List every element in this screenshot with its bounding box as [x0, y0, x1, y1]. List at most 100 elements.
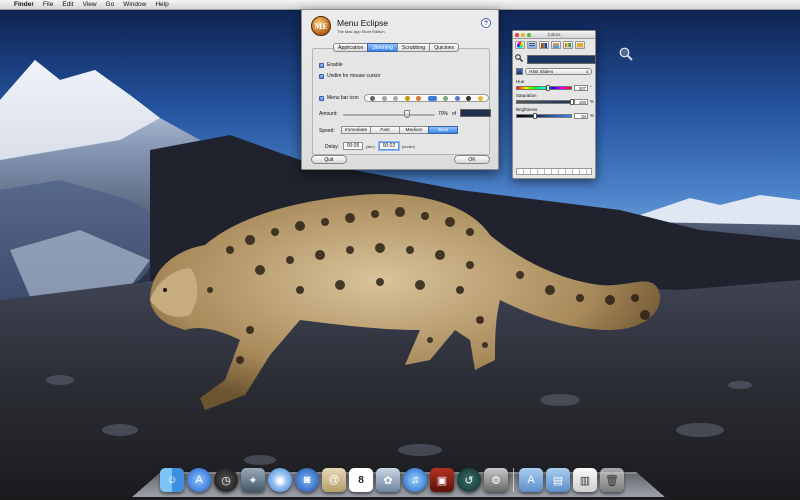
crayons-icon[interactable] — [563, 41, 573, 49]
menu-eclipse-window: ME Menu Eclipse The Mac App Store Editio… — [301, 9, 499, 170]
brightness-value-field[interactable]: 34 — [574, 113, 588, 119]
icon-option-moon[interactable] — [381, 95, 387, 101]
delay-label: Delay: — [325, 144, 340, 150]
color-sliders-icon[interactable] — [527, 41, 537, 49]
tab-scrubbing[interactable]: Scrubbing — [396, 43, 431, 52]
colors-panel-title: Colors — [547, 32, 561, 37]
hue-slider[interactable] — [516, 86, 572, 90]
menu-go[interactable]: Go — [106, 1, 115, 8]
color-swatches[interactable] — [516, 168, 592, 175]
itunes-icon[interactable]: ♫ — [403, 468, 427, 492]
menubar-icon-checkbox[interactable]: ✓ — [319, 95, 324, 101]
popup-arrows-icon: ⇕ — [585, 69, 589, 74]
dim-delay-field[interactable]: 00:05 — [343, 142, 363, 150]
time-machine-icon[interactable]: ↺ — [457, 468, 481, 492]
enable-checkbox[interactable]: ✓ — [319, 62, 324, 68]
pencils-icon[interactable] — [575, 41, 585, 49]
speed-fast[interactable]: Fast — [370, 126, 400, 134]
image-palettes-icon[interactable] — [551, 41, 561, 49]
saturation-slider[interactable] — [516, 100, 572, 104]
menubar-icon-row[interactable]: ✓ Menu bar icon — [319, 95, 359, 101]
menu-edit[interactable]: Edit — [62, 1, 73, 8]
menu-window[interactable]: Window — [123, 1, 146, 8]
system-preferences-icon[interactable]: ⚙ — [484, 468, 508, 492]
undim-row[interactable]: ✓ Undim for mouse cursor — [319, 73, 380, 79]
brightness-unit: % — [590, 113, 594, 118]
tab-application[interactable]: Application — [333, 43, 369, 52]
menu-eclipse-logo-icon: ME — [311, 16, 331, 36]
photo-booth-icon[interactable]: ▣ — [430, 468, 454, 492]
dim-color-well[interactable] — [460, 109, 491, 117]
menu-file[interactable]: File — [43, 1, 53, 8]
undim-checkbox[interactable]: ✓ — [319, 73, 324, 79]
enable-row[interactable]: ✓ Enable — [319, 62, 343, 68]
speed-segmented-control: Immediate Fast Medium Slow — [341, 126, 458, 134]
address-book-icon[interactable]: @ — [322, 468, 346, 492]
finder-icon[interactable]: ☺ — [160, 468, 184, 492]
hue-slider-thumb[interactable] — [546, 85, 551, 91]
window-subtitle: The Mac App Store Edition — [337, 29, 385, 34]
speed-slow[interactable]: Slow — [428, 126, 458, 134]
icon-option-dark[interactable] — [466, 95, 472, 101]
speed-medium[interactable]: Medium — [399, 126, 429, 134]
ical-date: 8 — [358, 474, 364, 486]
undim-delay-field[interactable]: 00:02 — [379, 142, 399, 150]
brightness-slider[interactable] — [516, 114, 572, 118]
dashboard-icon[interactable]: ◷ — [214, 468, 238, 492]
dim-delay-unit: (dim) — [366, 145, 375, 149]
menu-finder[interactable]: Finder — [14, 1, 34, 8]
iphoto-icon[interactable]: ✿ — [376, 468, 400, 492]
icon-option-flame[interactable] — [416, 95, 422, 101]
preference-tabs: Application Dimming Scrubbing Quickies — [333, 43, 460, 52]
speed-label: Speed: — [319, 128, 335, 134]
icon-option-drop[interactable] — [454, 95, 460, 101]
facetime-icon[interactable]: ◙ — [295, 468, 319, 492]
amount-slider-thumb[interactable] — [404, 110, 411, 118]
hue-unit: ° — [590, 85, 592, 90]
speed-immediate[interactable]: Immediate — [341, 126, 371, 134]
menu-view[interactable]: View — [83, 1, 97, 8]
app-store-icon[interactable]: A — [187, 468, 211, 492]
menu-help[interactable]: Help — [155, 1, 168, 8]
current-color-well[interactable] — [527, 54, 596, 64]
saturation-value-field[interactable]: 100 — [574, 99, 588, 105]
documents-folder-icon[interactable]: ▤ — [546, 468, 570, 492]
icon-option-selected[interactable] — [427, 95, 437, 101]
saturation-label: Saturation — [516, 93, 537, 98]
ical-icon[interactable]: 8 — [349, 468, 373, 492]
icon-option-star[interactable] — [404, 95, 410, 101]
color-wheel-icon[interactable] — [515, 41, 525, 49]
brightness-slider-thumb[interactable] — [533, 113, 538, 119]
magnifier-icon[interactable] — [515, 54, 523, 64]
help-button[interactable]: ? — [481, 18, 491, 28]
color-mode-popup[interactable]: HSB Sliders ⇕ — [525, 68, 592, 75]
quit-button[interactable]: Quit — [311, 155, 347, 164]
colors-toolbar — [513, 39, 595, 51]
trash-icon[interactable]: 🗑 — [600, 468, 624, 492]
applications-folder-icon[interactable]: A — [519, 468, 543, 492]
color-palettes-icon[interactable] — [539, 41, 549, 49]
amount-value: 70% — [438, 111, 449, 117]
hue-value-field[interactable]: 207 — [574, 85, 588, 91]
tab-dimming[interactable]: Dimming — [367, 43, 398, 52]
saturation-unit: % — [590, 99, 594, 104]
amount-slider-track[interactable] — [343, 114, 435, 116]
icon-option-sun[interactable] — [393, 95, 399, 101]
window-title: Menu Eclipse — [337, 18, 389, 28]
icon-option-eclipse[interactable] — [370, 95, 376, 101]
color-mode-label: HSB Sliders — [529, 69, 554, 74]
icon-option-gold[interactable] — [477, 95, 483, 101]
downloads-stack-icon[interactable]: ▥ — [573, 468, 597, 492]
icon-option-leaf[interactable] — [443, 95, 449, 101]
undim-label: Undim for mouse cursor — [327, 73, 381, 79]
menubar-icon-picker[interactable] — [364, 94, 489, 102]
colors-panel: Colors HSB Sliders ⇕ Hue 207 ° Saturatio… — [512, 30, 596, 179]
safari-icon[interactable]: ◉ — [268, 468, 292, 492]
hue-label: Hue — [516, 79, 525, 84]
enable-label: Enable — [327, 62, 343, 68]
ok-button[interactable]: OK — [454, 155, 490, 164]
preview-icon[interactable]: ✦ — [241, 468, 265, 492]
tab-quickies[interactable]: Quickies — [429, 43, 460, 52]
dimming-panel: ✓ Enable ✓ Undim for mouse cursor ✓ Menu… — [312, 48, 491, 155]
undim-delay-unit: (undim) — [402, 145, 415, 149]
